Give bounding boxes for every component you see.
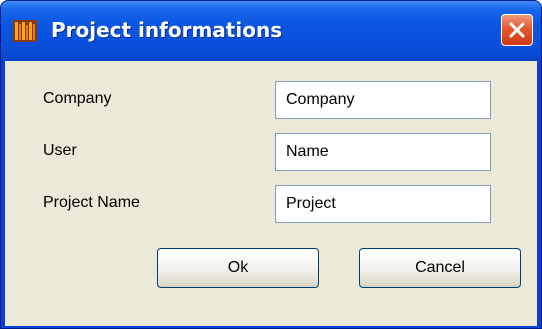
project-name-input[interactable] <box>275 185 491 223</box>
user-label: User <box>43 142 77 159</box>
close-button[interactable] <box>501 14 533 46</box>
window-title: Project informations <box>51 18 283 42</box>
user-input[interactable] <box>275 133 491 171</box>
company-label: Company <box>43 90 112 107</box>
title-bar[interactable]: Project informations <box>1 1 541 61</box>
dialog-body: Company User Project Name Ok Cancel <box>5 61 537 327</box>
company-input[interactable] <box>275 81 491 119</box>
dialog-window: Project informations Company User Projec… <box>0 0 542 329</box>
bookshelf-icon <box>13 20 37 42</box>
project-name-label: Project Name <box>43 194 140 211</box>
ok-button[interactable]: Ok <box>157 248 319 288</box>
cancel-button[interactable]: Cancel <box>359 248 521 288</box>
close-icon <box>509 22 525 38</box>
